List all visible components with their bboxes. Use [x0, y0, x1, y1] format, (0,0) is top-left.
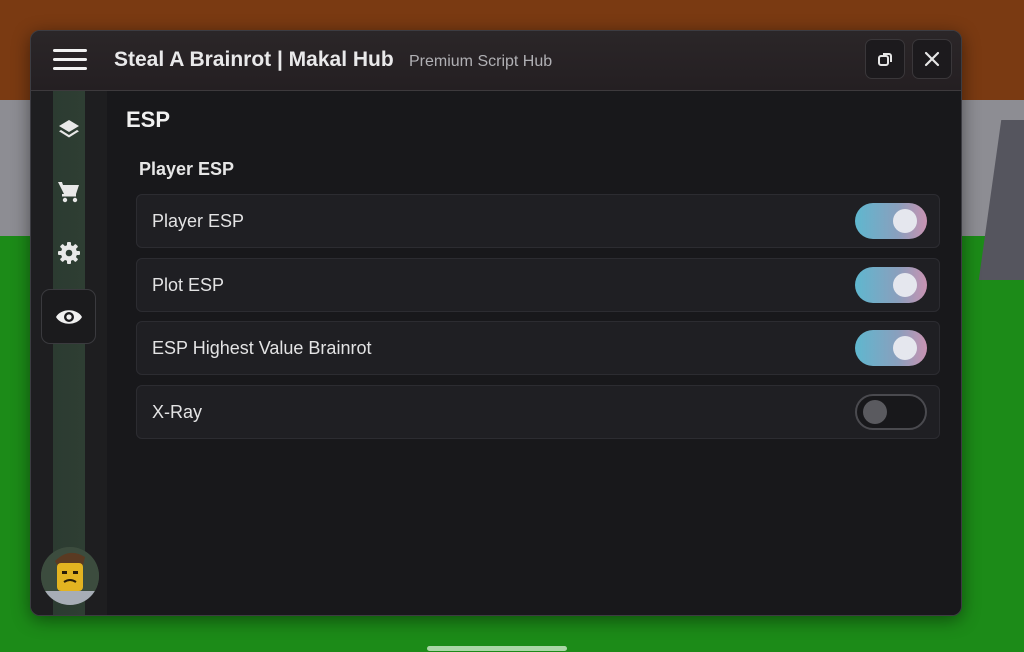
toggle-knob: [893, 209, 917, 233]
gear-icon: [57, 241, 80, 264]
eye-icon: [55, 309, 82, 324]
home-indicator[interactable]: [427, 646, 567, 651]
restore-icon: [878, 53, 892, 66]
sidebar-item-main[interactable]: [41, 101, 96, 156]
toggle-knob: [863, 400, 887, 424]
toggle-label: Player ESP: [152, 211, 245, 231]
toggle-knob: [893, 336, 917, 360]
toggle-row-x-ray[interactable]: X-Ray: [136, 385, 940, 439]
app-title: Steal A Brainrot | Makal Hub: [114, 48, 394, 71]
sidebar-item-esp[interactable]: [41, 289, 96, 344]
close-button[interactable]: [912, 39, 952, 79]
toggle-row-plot-esp[interactable]: Plot ESP: [136, 258, 940, 312]
close-icon: [924, 51, 940, 67]
avatar[interactable]: [41, 547, 99, 605]
sidebar-item-shop[interactable]: [41, 163, 96, 218]
sidebar-item-settings[interactable]: [41, 225, 96, 280]
esp-highest-value-toggle[interactable]: [855, 330, 927, 366]
x-ray-toggle[interactable]: [855, 394, 927, 430]
toggle-label: ESP Highest Value Brainrot: [152, 338, 372, 358]
title-bar[interactable]: Steal A Brainrot | Makal Hub Premium Scr…: [31, 31, 961, 91]
hamburger-menu-icon[interactable]: [53, 48, 87, 72]
restore-button[interactable]: [865, 39, 905, 79]
toggle-row-player-esp[interactable]: Player ESP: [136, 194, 940, 248]
avatar-image: [41, 547, 99, 605]
main-content: ESP Player ESP Player ESP Plot ESP ESP H…: [107, 91, 961, 615]
toggle-row-esp-highest-value[interactable]: ESP Highest Value Brainrot: [136, 321, 940, 375]
layers-icon: [58, 119, 79, 137]
toggle-label: Plot ESP: [152, 275, 225, 295]
plot-esp-toggle[interactable]: [855, 267, 927, 303]
toggle-knob: [893, 273, 917, 297]
player-esp-toggle[interactable]: [855, 203, 927, 239]
app-subtitle: Premium Script Hub: [409, 53, 553, 70]
script-hub-window: Steal A Brainrot | Makal Hub Premium Scr…: [30, 30, 962, 616]
toggle-label: X-Ray: [152, 402, 203, 422]
cart-icon: [57, 181, 79, 202]
section-title: Player ESP: [139, 159, 235, 179]
page-title: ESP: [126, 107, 171, 132]
sidebar: [31, 91, 107, 615]
